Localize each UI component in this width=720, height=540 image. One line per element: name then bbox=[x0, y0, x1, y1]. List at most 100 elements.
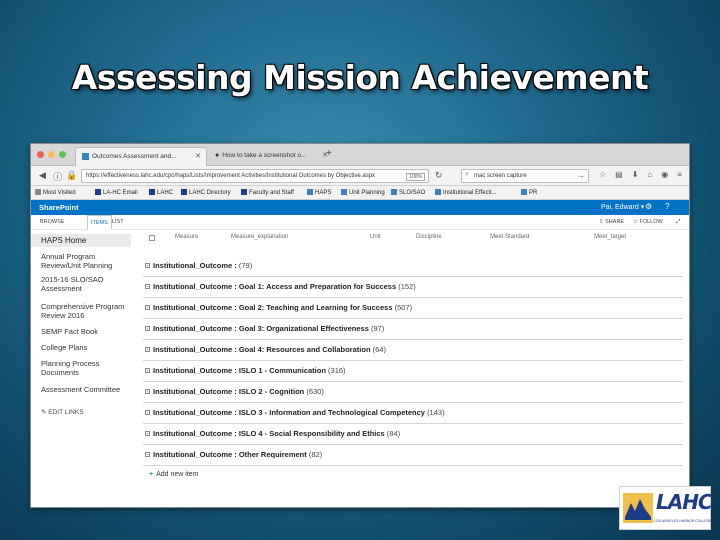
bookmark-item[interactable]: LAHC bbox=[149, 189, 173, 196]
bookmark-item[interactable]: Faculty and Staff bbox=[241, 189, 294, 196]
group-count: (79) bbox=[238, 261, 253, 270]
ribbon: BROWSE ITEMS LIST ⇪ SHARE ☆ FOLLOW ⤢ bbox=[31, 215, 689, 230]
bookmarks-bar: Most Visited LA-HC Email LAHC LAHC Direc… bbox=[31, 186, 689, 200]
nav-item-planning-documents[interactable]: Planning Process Documents bbox=[41, 359, 131, 377]
gear-icon[interactable]: ⚙ bbox=[645, 202, 652, 211]
maximize-window-button[interactable] bbox=[59, 151, 66, 158]
home-icon[interactable]: ⌂ bbox=[647, 170, 652, 179]
new-tab-icon[interactable]: + bbox=[326, 148, 332, 159]
navigation-bar: ◀ ⓘ 🔒 https://effectiveness.lahc.edu/cpo… bbox=[31, 166, 689, 186]
share-icon: ⇪ bbox=[599, 219, 604, 225]
minimize-window-button[interactable] bbox=[48, 151, 55, 158]
bookmark-item[interactable]: LA-HC Email bbox=[95, 189, 138, 196]
pocket-icon[interactable]: ◉ bbox=[661, 170, 668, 179]
bookmark-item[interactable]: Institutional Effecti... bbox=[435, 189, 497, 196]
nav-item-assessment-committee[interactable]: Assessment Committee bbox=[41, 385, 131, 394]
group-row[interactable]: + Institutional_Outcome : ISLO 3 - Inform… bbox=[143, 404, 683, 424]
add-new-item-label: Add new item bbox=[156, 471, 199, 478]
nav-item-annual-program-review[interactable]: Annual Program Review/Unit Planning bbox=[41, 252, 131, 270]
browser-tab[interactable]: ● How to take a screenshot o... ✕ bbox=[209, 147, 333, 166]
expand-icon[interactable]: + bbox=[145, 326, 150, 331]
bookmark-label: HAPS bbox=[315, 190, 332, 196]
group-row[interactable]: + Institutional_Outcome : Goal 3: Organiz… bbox=[143, 320, 683, 340]
seal-icon bbox=[623, 493, 653, 523]
toolbar-icons: ☆ ▤ ⬇ ⌂ ◉ ≡ bbox=[599, 170, 682, 179]
bookmark-icon bbox=[435, 189, 441, 195]
follow-label: FOLLOW bbox=[639, 219, 663, 225]
close-tab-icon[interactable]: ✕ bbox=[195, 152, 201, 160]
add-new-item-button[interactable]: + Add new item bbox=[149, 471, 199, 478]
reading-list-icon[interactable]: ▤ bbox=[615, 170, 623, 179]
sharepoint-brand[interactable]: SharePoint bbox=[39, 203, 79, 212]
bookmark-item[interactable]: PR bbox=[521, 189, 537, 196]
bookmark-item[interactable]: Unit Planning bbox=[341, 189, 385, 196]
column-header[interactable]: Measure bbox=[175, 234, 198, 240]
nav-item-college-plans[interactable]: College Plans bbox=[41, 343, 131, 352]
group-row[interactable]: + Institutional_Outcome : Goal 4: Resourc… bbox=[143, 341, 683, 361]
bookmark-item[interactable]: SLO/SAO bbox=[391, 189, 425, 196]
group-row[interactable]: + Institutional_Outcome : (79) bbox=[143, 257, 683, 277]
group-count: (316) bbox=[328, 366, 346, 375]
bookmark-item[interactable]: Most Visited bbox=[35, 189, 76, 196]
group-row[interactable]: + Institutional_Outcome : ISLO 4 - Social… bbox=[143, 425, 683, 445]
focus-icon[interactable]: ⤢ bbox=[676, 219, 680, 226]
expand-icon[interactable]: + bbox=[145, 305, 150, 310]
nav-item-semp-fact-book[interactable]: SEMP Fact Book bbox=[41, 327, 131, 336]
expand-icon[interactable]: + bbox=[145, 389, 150, 394]
group-row[interactable]: + Institutional_Outcome : Goal 2: Teachin… bbox=[143, 299, 683, 319]
column-header[interactable]: Meet Standard bbox=[490, 234, 529, 240]
bookmark-label: SLO/SAO bbox=[399, 190, 426, 196]
address-bar[interactable]: https://effectiveness.lahc.edu/cpo/haps/… bbox=[81, 169, 429, 183]
bookmark-label: LAHC Directory bbox=[189, 190, 231, 196]
expand-icon[interactable]: + bbox=[145, 284, 150, 289]
browser-tab-active[interactable]: Outcomes Assessment and... ✕ bbox=[75, 147, 207, 166]
group-name: Institutional_Outcome : Goal 3: Organiza… bbox=[153, 324, 369, 333]
expand-icon[interactable]: + bbox=[145, 368, 150, 373]
group-row[interactable]: + Institutional_Outcome : ISLO 2 - Cognit… bbox=[143, 383, 683, 403]
share-button[interactable]: ⇪ SHARE bbox=[599, 219, 624, 225]
column-header[interactable]: Measure_explanation bbox=[231, 234, 288, 240]
nav-item-slo-sao[interactable]: 2015-16 SLO/SAO Assessment bbox=[41, 275, 131, 293]
column-header[interactable]: Unit bbox=[370, 234, 381, 240]
expand-icon[interactable]: + bbox=[145, 410, 150, 415]
search-go-icon[interactable]: → bbox=[577, 171, 585, 180]
back-icon[interactable]: ◀ bbox=[39, 170, 46, 181]
ribbon-tab-list[interactable]: LIST bbox=[109, 215, 127, 230]
column-header[interactable]: Discipline bbox=[416, 234, 442, 240]
bookmark-label: Unit Planning bbox=[349, 190, 385, 196]
user-name: Pai, Edward bbox=[601, 204, 639, 211]
column-header[interactable]: Meet_target bbox=[594, 234, 626, 240]
apple-favicon-icon: ● bbox=[215, 152, 220, 159]
nav-item-home[interactable]: HAPS Home bbox=[31, 234, 131, 247]
nav-item-comprehensive-review[interactable]: Comprehensive Program Review 2016 bbox=[41, 302, 131, 320]
menu-icon[interactable]: ≡ bbox=[677, 170, 682, 179]
group-count: (152) bbox=[398, 282, 416, 291]
user-menu[interactable]: Pai, Edward ▾ bbox=[601, 203, 644, 211]
bookmark-item[interactable]: HAPS bbox=[307, 189, 331, 196]
ribbon-tab-browse[interactable]: BROWSE bbox=[37, 215, 67, 230]
share-label: SHARE bbox=[605, 219, 625, 225]
download-icon[interactable]: ⬇ bbox=[632, 170, 639, 179]
edit-links-button[interactable]: ✎ EDIT LINKS bbox=[41, 408, 131, 417]
expand-icon[interactable]: + bbox=[145, 431, 150, 436]
expand-icon[interactable]: + bbox=[145, 263, 150, 268]
follow-button[interactable]: ☆ FOLLOW bbox=[633, 219, 663, 225]
expand-icon[interactable]: + bbox=[145, 347, 150, 352]
group-count: (97) bbox=[370, 324, 385, 333]
group-row[interactable]: + Institutional_Outcome : ISLO 1 - Commun… bbox=[143, 362, 683, 382]
bookmark-item[interactable]: LAHC Directory bbox=[181, 189, 231, 196]
select-all-checkbox[interactable] bbox=[149, 235, 155, 241]
reload-icon[interactable]: ↻ bbox=[435, 170, 443, 181]
info-icon[interactable]: ⓘ bbox=[53, 170, 62, 183]
group-row[interactable]: + Institutional_Outcome : Goal 1: Access … bbox=[143, 278, 683, 298]
zoom-badge[interactable]: 100% bbox=[406, 173, 425, 181]
search-bar[interactable]: ⌕ mac screen capture → bbox=[461, 169, 589, 183]
star-icon[interactable]: ☆ bbox=[599, 170, 606, 179]
bookmark-label: LA-HC Email bbox=[103, 190, 138, 196]
group-row[interactable]: + Institutional_Outcome : Other Requireme… bbox=[143, 446, 683, 466]
help-icon[interactable]: ? bbox=[665, 202, 669, 211]
lock-icon: 🔒 bbox=[66, 170, 78, 180]
bookmark-label: Faculty and Staff bbox=[249, 190, 294, 196]
expand-icon[interactable]: + bbox=[145, 452, 150, 457]
close-window-button[interactable] bbox=[37, 151, 44, 158]
